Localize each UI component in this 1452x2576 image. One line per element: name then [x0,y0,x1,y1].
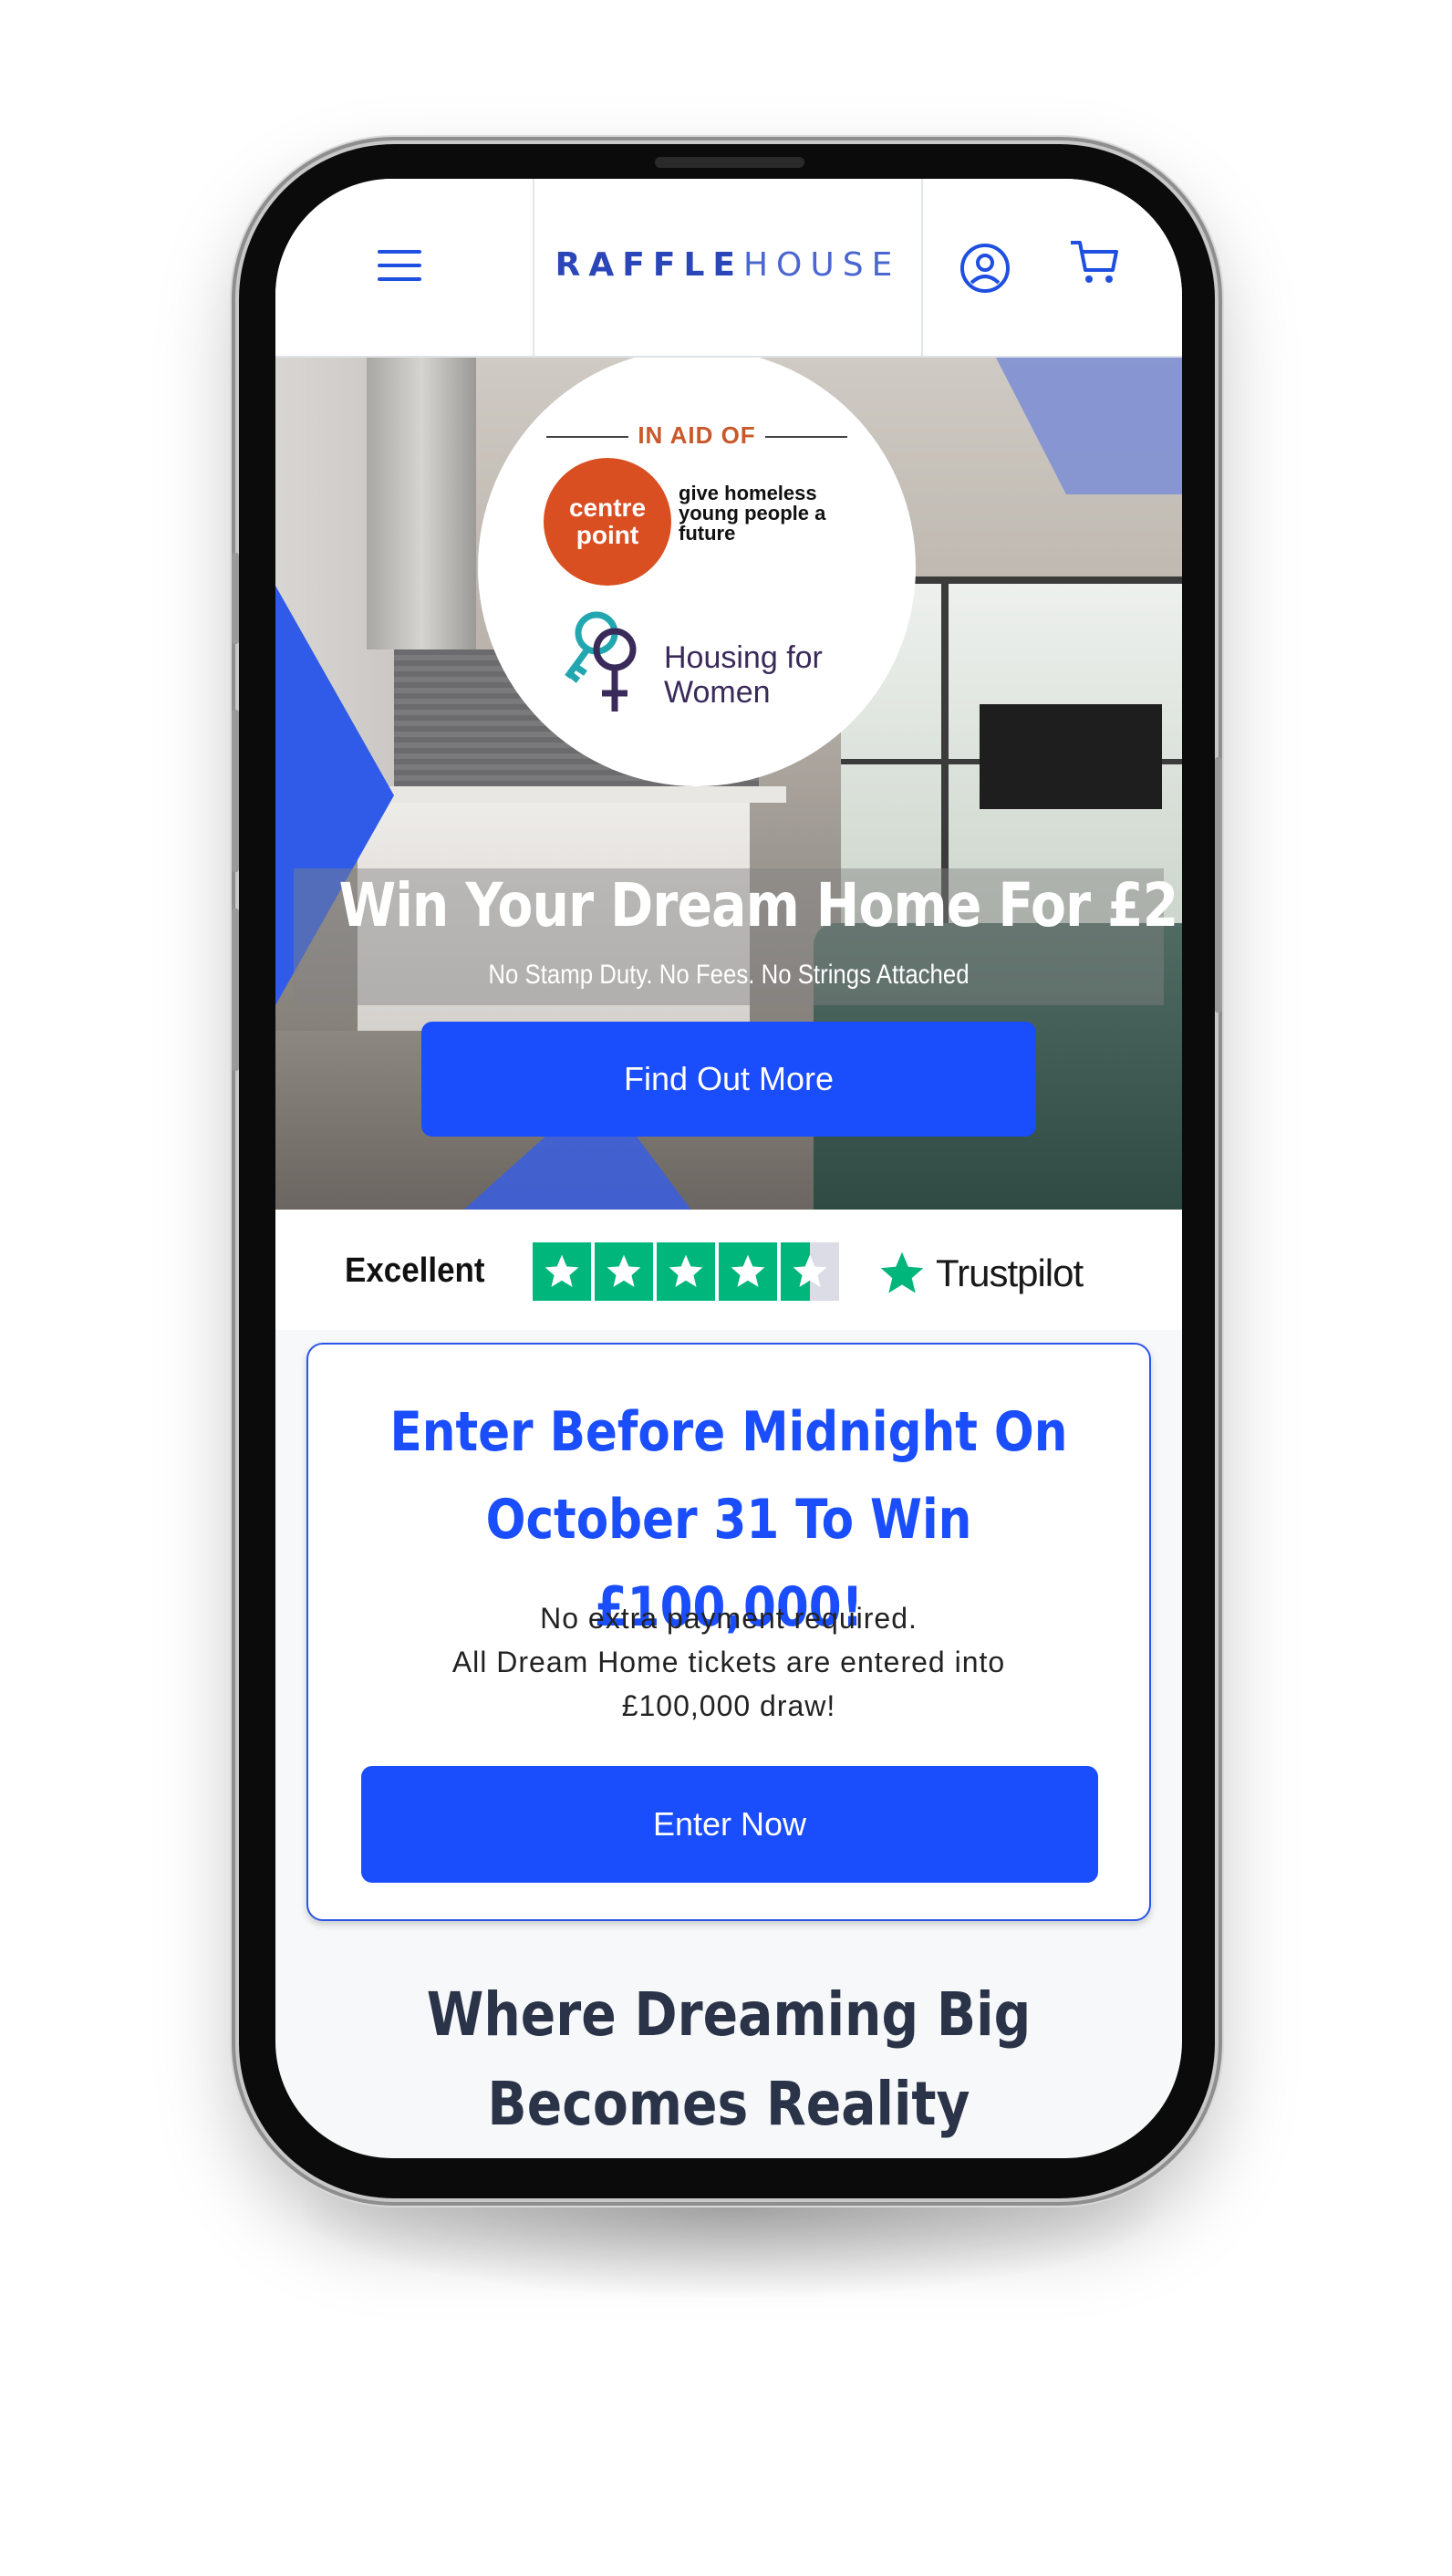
housing-for-women-logo: Housing for Women [664,640,823,710]
hero-title: Win Your Dream Home For £2 [338,870,1179,940]
star-icon [657,1242,715,1301]
promo-desc-line: All Dream Home tickets are entered into [451,1646,1006,1678]
header-divider [533,179,534,356]
section-title: Where Dreaming Big Becomes Reality [339,1970,1119,2149]
promo-card: Enter Before Midnight On October 31 To W… [306,1343,1151,1921]
promo-desc-line: £100,000 draw! [621,1689,836,1722]
promo-description: No extra payment required. All Dream Hom… [308,1596,1149,1728]
hero-subtitle: No Stamp Duty. No Fees. No Strings Attac… [488,960,970,990]
find-out-more-button[interactable]: Find Out More [421,1022,1036,1137]
brand-logo-light: HOUSE [742,246,901,284]
enter-now-button[interactable]: Enter Now [361,1766,1098,1883]
section-title-line: Where Dreaming Big [426,1979,1032,2050]
centrepoint-logo: centre point [544,458,671,586]
phone-power-button [1215,757,1222,1013]
hero-decor-corner [996,358,1182,494]
charity-badge: IN AID OF centre point give homeless you… [478,358,916,786]
hero-photo-tv [980,704,1162,809]
phone-volume-up-button [232,710,239,872]
promo-title-line: Enter Before Midnight On [389,1400,1068,1464]
trustpilot-logo: Trustpilot [876,1246,1084,1301]
promo-desc-line: No extra payment required. [540,1602,918,1635]
brand-logo-bold: RAFFLE [555,246,743,284]
trustpilot-brand: Trustpilot [936,1252,1084,1294]
cart-icon[interactable] [1067,235,1122,290]
trustpilot-star-icon [880,1252,924,1293]
account-icon[interactable] [959,243,1011,294]
centrepoint-tagline: give homeless young people a future [679,482,826,545]
header-divider [921,179,923,356]
phone-side-button [232,553,239,644]
phone-volume-down-button [232,909,239,1071]
star-icon [719,1242,777,1301]
star-icon [533,1242,591,1301]
phone-speaker [655,157,804,168]
housing-for-women-key-icon [562,609,644,719]
section-title-line: Becomes Reality [487,2069,970,2139]
trustpilot-rating[interactable]: Excellent Trustpilot [275,1210,1182,1330]
trustpilot-stars [533,1242,843,1301]
hamburger-menu-icon[interactable] [378,250,421,283]
phone-screen: RAFFLEHOUSE IN AID OF centre point give … [275,179,1182,2158]
trustpilot-rating-word: Excellent [345,1252,485,1290]
site-header: RAFFLEHOUSE [275,179,1182,358]
star-icon [595,1242,653,1301]
in-aid-label: IN AID OF [478,421,916,450]
hero-banner: IN AID OF centre point give homeless you… [275,358,1182,1210]
stage: RAFFLEHOUSE IN AID OF centre point give … [0,0,1452,2576]
brand-logo[interactable]: RAFFLEHOUSE [536,246,919,284]
half-star-icon [781,1242,839,1301]
